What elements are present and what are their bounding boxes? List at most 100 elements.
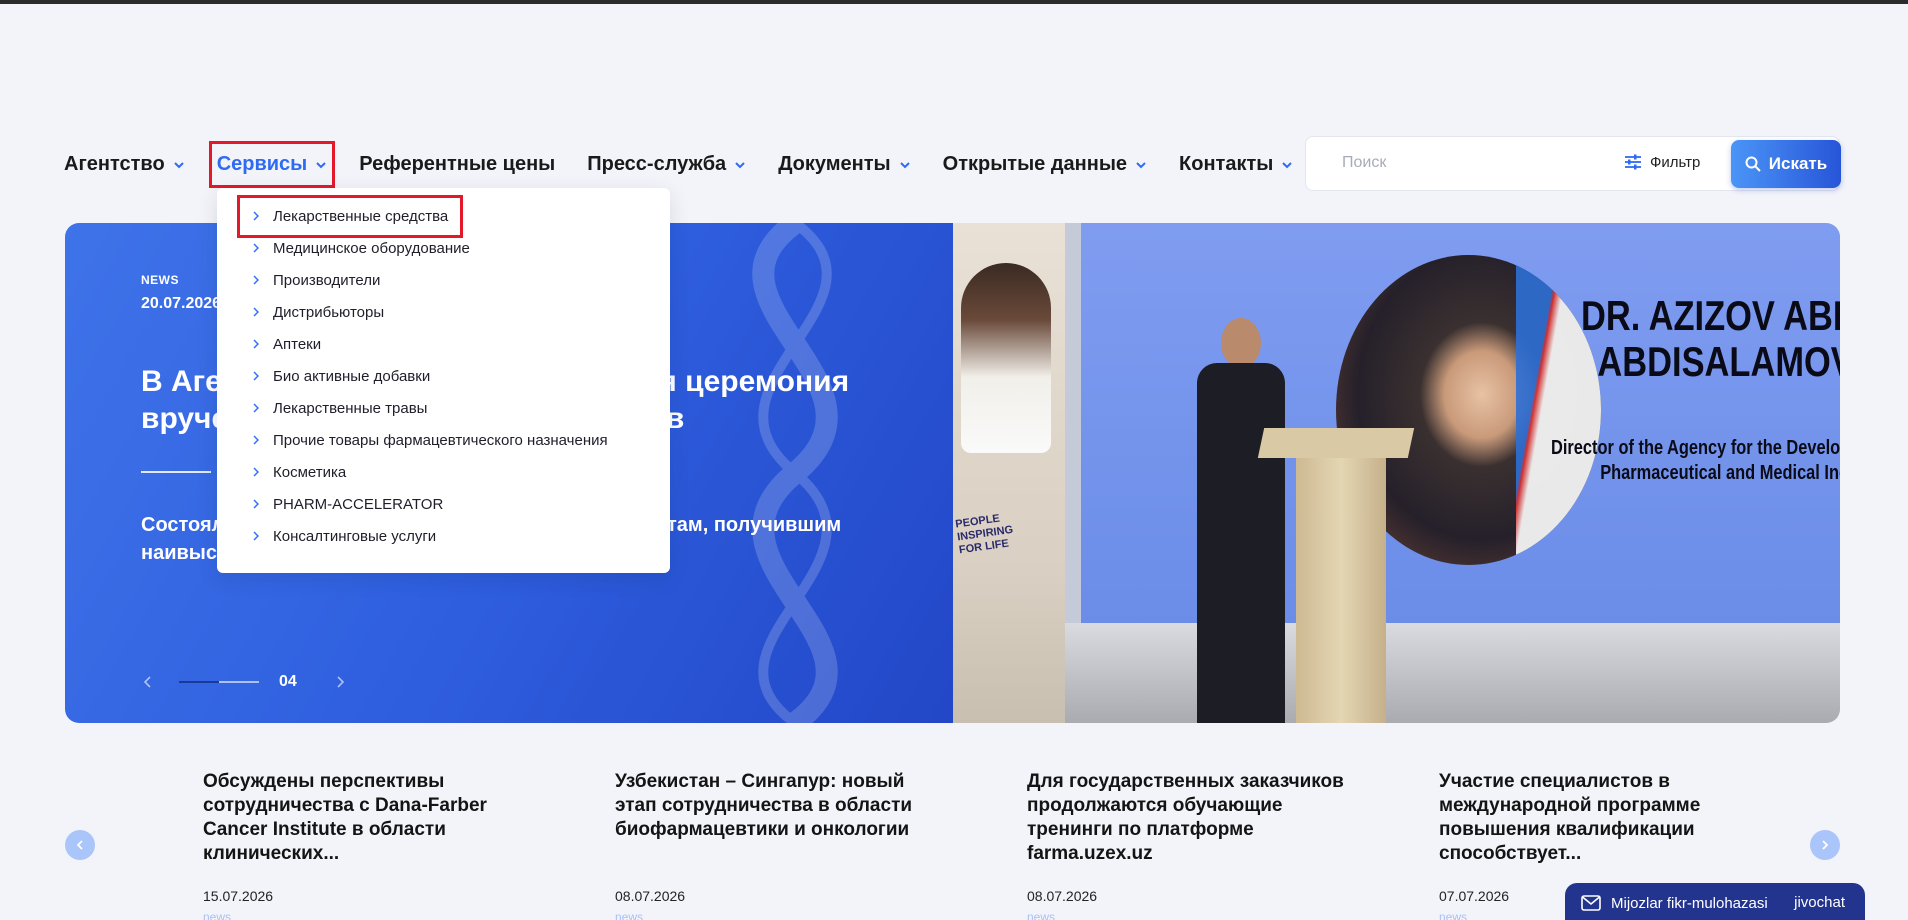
envelope-icon — [1581, 895, 1601, 911]
dropdown-item-label: Производители — [273, 271, 381, 289]
chevron-right-icon — [253, 499, 259, 509]
podium-top — [1257, 428, 1415, 458]
dropdown-item-herbs[interactable]: Лекарственные травы — [217, 392, 670, 424]
search-button-label: Искать — [1768, 154, 1828, 173]
news-card-tag: news — [203, 910, 232, 920]
screen-sub-line1: Director of the Agency for the Develop — [1551, 437, 1840, 459]
chevron-down-icon — [1136, 162, 1146, 169]
banner-person-image — [961, 263, 1051, 453]
nav-documents-label: Документы — [778, 152, 891, 175]
podium — [1257, 428, 1415, 723]
chevron-right-icon — [1822, 840, 1829, 850]
screen-sub-line2: Pharmaceutical and Medical Ind — [1600, 462, 1840, 484]
dropdown-item-pharmacies[interactable]: Аптеки — [217, 328, 670, 360]
nav-open-data-label: Открытые данные — [942, 152, 1128, 175]
dropdown-item-distributors[interactable]: Дистрибьюторы — [217, 296, 670, 328]
chevron-left-icon — [76, 840, 83, 850]
nav-open-data[interactable]: Открытые данные — [943, 153, 1147, 176]
feedback-chat-widget[interactable]: Mijozlar fikr-mulohazasi jivochat — [1565, 883, 1865, 920]
banner-stand: PEOPLE INSPIRING FOR LIFE — [953, 223, 1065, 723]
news-card-date: 08.07.2026 — [615, 888, 686, 904]
dropdown-item-manufacturers[interactable]: Производители — [217, 264, 670, 296]
news-card[interactable]: Участие специалистов в международной про… — [1439, 770, 1759, 920]
screen-name-line2: ABDISALAMOVICH — [1597, 338, 1840, 385]
chevron-right-icon[interactable] — [333, 675, 347, 689]
dropdown-item-medical-equipment[interactable]: Медицинское оборудование — [217, 232, 670, 264]
dropdown-item-label: Лекарственные средства — [273, 207, 449, 225]
chevron-down-icon — [899, 162, 910, 169]
dropdown-item-label: Прочие товары фармацевтического назначен… — [273, 431, 608, 449]
nav-press-service[interactable]: Пресс-служба — [587, 153, 746, 176]
news-card[interactable]: Обсуждены перспективы сотрудничества с D… — [203, 770, 523, 920]
screen-subtitle-text: Director of the Agency for the Develop P… — [1551, 436, 1840, 486]
nav-reference-prices[interactable]: Референтные цены — [359, 153, 555, 176]
dropdown-item-label: Био активные добавки — [273, 367, 431, 385]
news-card-title[interactable]: Узбекистан – Сингапур: новый этап сотруд… — [615, 770, 935, 842]
search-bar: Поиск Фильтр Искать — [1305, 136, 1841, 191]
banner-text: PEOPLE INSPIRING FOR LIFE — [954, 512, 1014, 557]
main-nav: Агентство Сервисы Референтные цены Пресс… — [64, 136, 1293, 192]
dropdown-item-label: Аптеки — [273, 335, 322, 353]
search-button[interactable]: Искать — [1731, 140, 1841, 188]
chevron-right-icon — [253, 243, 259, 253]
news-card-date: 15.07.2026 — [203, 888, 274, 904]
chevron-left-icon[interactable] — [141, 675, 155, 689]
hero-tag: NEWS — [141, 273, 179, 287]
chevron-down-icon — [173, 162, 184, 169]
nav-services[interactable]: Сервисы — [208, 140, 335, 188]
chevron-right-icon — [253, 211, 259, 221]
top-bar — [0, 0, 1908, 4]
nav-documents[interactable]: Документы — [778, 153, 910, 176]
dropdown-item-label: Медицинское оборудование — [273, 239, 470, 257]
hero-date: 20.07.2026 — [141, 295, 222, 312]
dropdown-item-consulting[interactable]: Консалтинговые услуги — [217, 520, 670, 552]
dropdown-item-label: Лекарственные травы — [273, 399, 428, 417]
news-card-title[interactable]: Участие специалистов в международной про… — [1439, 770, 1759, 866]
nav-agency-label: Агентство — [64, 152, 165, 175]
chevron-right-icon — [253, 275, 259, 285]
slider-progress — [179, 681, 259, 683]
news-next-button[interactable] — [1810, 830, 1840, 860]
nav-services-label: Сервисы — [216, 152, 308, 175]
filter-button[interactable]: Фильтр — [1624, 153, 1700, 171]
nav-contacts-label: Контакты — [1179, 152, 1274, 175]
news-card[interactable]: Узбекистан – Сингапур: новый этап сотруд… — [615, 770, 935, 920]
dropdown-item-label: Дистрибьюторы — [273, 303, 385, 321]
dropdown-item-pharm-accelerator[interactable]: PHARM-ACCELERATOR — [217, 488, 670, 520]
chevron-right-icon — [253, 339, 259, 349]
chevron-down-icon — [316, 162, 326, 169]
slide-number: 04 — [279, 673, 297, 690]
screen-name-text: DR. AZIZOV ABDUL ABDISALAMOVICH — [1581, 293, 1840, 385]
news-card-tag: news — [1027, 910, 1056, 920]
dropdown-item-label: Консалтинговые услуги — [273, 527, 437, 545]
chat-brand: jivochat — [1794, 894, 1845, 911]
filter-label: Фильтр — [1650, 153, 1701, 171]
news-card-title[interactable]: Для государственных заказчиков продолжаю… — [1027, 770, 1347, 866]
chevron-right-icon — [253, 371, 259, 381]
chat-label: Mijozlar fikr-mulohazasi — [1611, 894, 1768, 912]
dna-helix-decoration — [752, 223, 838, 723]
news-card-date: 08.07.2026 — [1027, 888, 1098, 904]
nav-reference-prices-label: Референтные цены — [359, 152, 556, 175]
news-card-title[interactable]: Обсуждены перспективы сотрудничества с D… — [203, 770, 523, 866]
dropdown-item-label: PHARM-ACCELERATOR — [273, 495, 444, 513]
search-input[interactable]: Поиск — [1342, 154, 1386, 172]
chevron-right-icon — [253, 307, 259, 317]
chevron-right-icon — [253, 435, 259, 445]
chevron-down-icon — [735, 162, 745, 169]
dropdown-item-other-pharma-goods[interactable]: Прочие товары фармацевтического назначен… — [217, 424, 670, 456]
dropdown-item-supplements[interactable]: Био активные добавки — [217, 360, 670, 392]
search-icon — [1745, 156, 1761, 172]
stage-floor — [1065, 623, 1840, 723]
chevron-down-icon — [1282, 162, 1293, 169]
dropdown-item-label: Косметика — [273, 463, 347, 481]
services-dropdown: Лекарственные средства Медицинское обору… — [217, 188, 670, 573]
hero-divider — [141, 471, 211, 473]
news-card-date: 07.07.2026 — [1439, 888, 1510, 904]
dropdown-item-medicines[interactable]: Лекарственные средства — [217, 195, 670, 238]
news-prev-button[interactable] — [65, 830, 95, 860]
news-card[interactable]: Для государственных заказчиков продолжаю… — [1027, 770, 1347, 920]
dropdown-item-cosmetics[interactable]: Косметика — [217, 456, 670, 488]
nav-agency[interactable]: Агентство — [64, 153, 185, 176]
nav-contacts[interactable]: Контакты — [1179, 153, 1293, 176]
